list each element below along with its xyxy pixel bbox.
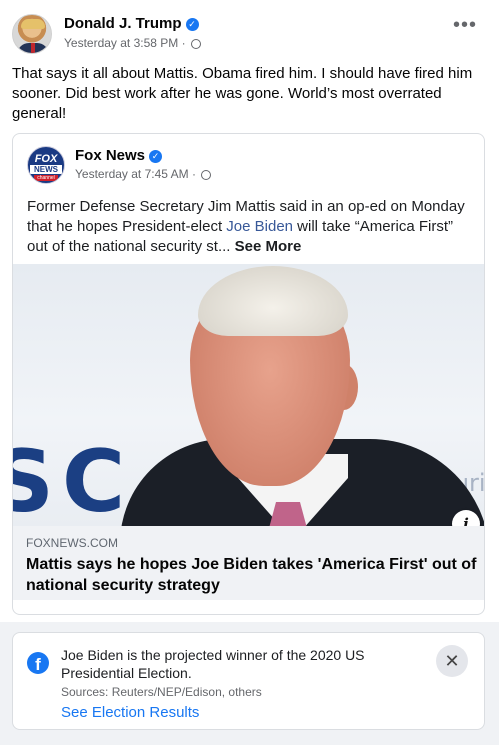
author-avatar[interactable]	[12, 14, 52, 54]
see-election-results-link[interactable]: See Election Results	[61, 704, 199, 721]
article-photo[interactable]: SC curit	[13, 264, 484, 526]
facebook-icon: f	[27, 652, 49, 674]
link-title[interactable]: Mattis says he hopes Joe Biden takes 'Am…	[26, 554, 478, 596]
logo-channel-text: channel	[34, 175, 58, 181]
see-more-button[interactable]: See More	[230, 238, 302, 255]
fox-news-logo[interactable]: FOX NEWS channel	[27, 146, 65, 184]
post-text: That says it all about Mattis. Obama fir…	[12, 65, 473, 122]
verified-badge-icon: ✓	[185, 18, 199, 31]
close-icon[interactable]: ✕	[436, 645, 468, 677]
logo-news-text: NEWS	[30, 165, 62, 174]
more-options-button[interactable]: •••	[453, 15, 477, 35]
shared-timestamp[interactable]: Yesterday at 7:45 AM	[75, 167, 189, 181]
link-domain: FOXNEWS.COM	[26, 536, 118, 550]
post-meta: Yesterday at 3:58 PM ·	[64, 36, 201, 50]
post-header: Donald J. Trump ✓ Yesterday at 3:58 PM · …	[12, 12, 487, 60]
avatar-hair	[21, 19, 45, 29]
shared-page-name[interactable]: Fox News	[75, 147, 145, 164]
author-name-row: Donald J. Trump ✓	[64, 15, 199, 32]
link-preview[interactable]: FOXNEWS.COM Mattis says he hopes Joe Bid…	[13, 526, 484, 600]
shared-meta: Yesterday at 7:45 AM ·	[75, 167, 212, 181]
meta-separator: ·	[191, 167, 196, 181]
election-info-notice: f Joe Biden is the projected winner of t…	[12, 632, 485, 730]
logo-fox-text: FOX	[34, 153, 58, 165]
verified-badge-icon: ✓	[149, 150, 163, 163]
shared-page-name-row: Fox News ✓	[75, 147, 163, 164]
globe-icon	[201, 170, 212, 180]
meta-separator: ·	[181, 36, 186, 50]
shared-post-card: FOX NEWS channel Fox News ✓ Yesterday at …	[12, 133, 485, 615]
avatar-tie	[31, 43, 35, 53]
notice-text: Joe Biden is the projected winner of the…	[61, 647, 365, 681]
joe-biden-link[interactable]: Joe Biden	[226, 218, 293, 235]
msc-backdrop-text: SC	[13, 432, 134, 526]
post-timestamp[interactable]: Yesterday at 3:58 PM	[64, 36, 178, 50]
notice-sources: Sources: Reuters/NEP/Edison, others	[61, 685, 262, 699]
photo-hair	[198, 266, 348, 336]
globe-icon	[190, 39, 201, 49]
author-name[interactable]: Donald J. Trump	[64, 15, 182, 32]
shared-post-text: Former Defense Secretary Jim Mattis said…	[27, 197, 477, 257]
facebook-post: Donald J. Trump ✓ Yesterday at 3:58 PM · …	[0, 0, 499, 622]
